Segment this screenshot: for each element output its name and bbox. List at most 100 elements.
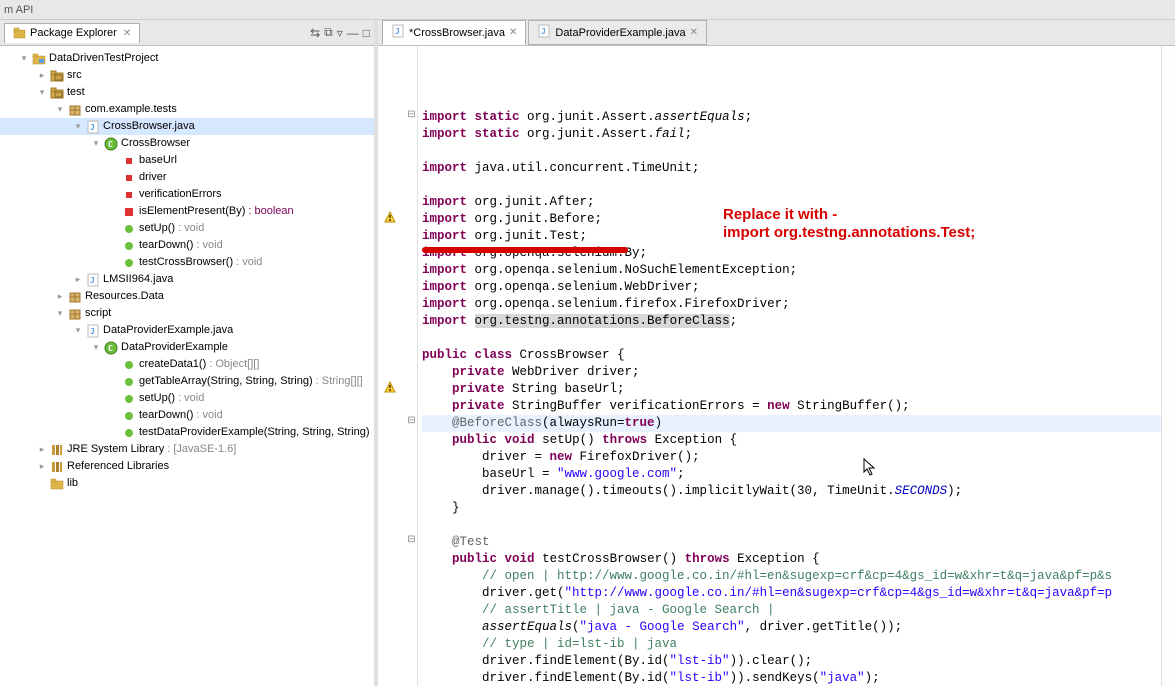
tree-twisty[interactable]: ▾: [19, 50, 29, 67]
tree-item[interactable]: ▸Referenced Libraries: [0, 458, 374, 475]
tree-item[interactable]: ▾test: [0, 84, 374, 101]
code-line[interactable]: import static org.junit.Assert.fail;: [422, 126, 1161, 143]
tree-item[interactable]: ▾script: [0, 305, 374, 322]
tree-item[interactable]: isElementPresent(By) : boolean: [0, 203, 374, 220]
class-icon: C: [104, 341, 118, 355]
folder-icon: [50, 477, 64, 491]
tree-item[interactable]: getTableArray(String, String, String) : …: [0, 373, 374, 390]
fold-toggle-icon[interactable]: ⊟: [406, 109, 417, 126]
annot-line2: import org.testng.annotations.Test;: [723, 224, 975, 241]
code-line[interactable]: import java.util.concurrent.TimeUnit;: [422, 160, 1161, 177]
fold-toggle-icon[interactable]: ⊟: [406, 415, 417, 432]
code-area[interactable]: import static org.junit.Assert.assertEqu…: [418, 46, 1161, 686]
editor-tab[interactable]: JDataProviderExample.java✕: [528, 20, 707, 45]
code-line[interactable]: import static org.junit.Assert.assertEqu…: [422, 109, 1161, 126]
tree-twisty[interactable]: ▾: [73, 118, 83, 135]
maximize-view-icon[interactable]: □: [363, 26, 370, 40]
code-line[interactable]: driver.get("http://www.google.co.in/#hl=…: [422, 585, 1161, 602]
tree-item[interactable]: ▾CCrossBrowser: [0, 135, 374, 152]
tree-twisty[interactable]: ▾: [91, 339, 101, 356]
tree-item[interactable]: ▸Resources.Data: [0, 288, 374, 305]
code-line[interactable]: driver.findElement(By.id("lst-ib")).send…: [422, 670, 1161, 686]
tree-item[interactable]: driver: [0, 169, 374, 186]
code-line[interactable]: driver.manage().timeouts().implicitlyWai…: [422, 483, 1161, 500]
code-line[interactable]: }: [422, 500, 1161, 517]
tree-item[interactable]: ▸JLMSII964.java: [0, 271, 374, 288]
mouse-cursor-icon: [863, 458, 877, 476]
annot-line1: Replace it with -: [723, 206, 837, 223]
tree-twisty[interactable]: ▾: [55, 101, 65, 118]
code-line[interactable]: import org.openqa.selenium.firefox.Firef…: [422, 296, 1161, 313]
tree-twisty[interactable]: ▸: [55, 288, 65, 305]
code-line[interactable]: [422, 177, 1161, 194]
tree-twisty[interactable]: ▸: [37, 441, 47, 458]
code-line[interactable]: import org.openqa.selenium.WebDriver;: [422, 279, 1161, 296]
code-line[interactable]: import org.openqa.selenium.NoSuchElement…: [422, 262, 1161, 279]
tree-item[interactable]: ▾CDataProviderExample: [0, 339, 374, 356]
code-line[interactable]: private String baseUrl;: [422, 381, 1161, 398]
tree-item-label: baseUrl: [139, 152, 177, 169]
warning-marker-icon: [378, 381, 405, 398]
code-line[interactable]: [422, 143, 1161, 160]
code-line[interactable]: private WebDriver driver;: [422, 364, 1161, 381]
tree-item[interactable]: setUp() : void: [0, 390, 374, 407]
package-explorer-tab[interactable]: Package Explorer ✕: [4, 23, 140, 43]
tree-twisty[interactable]: ▾: [73, 322, 83, 339]
tree-item[interactable]: testCrossBrowser() : void: [0, 254, 374, 271]
minimize-view-icon[interactable]: —: [347, 26, 359, 40]
tree-item[interactable]: ▾DataDrivenTestProject: [0, 50, 374, 67]
view-menu-icon[interactable]: ▿: [337, 26, 343, 40]
code-line[interactable]: // type | id=lst-ib | java: [422, 636, 1161, 653]
close-tab-icon[interactable]: ✕: [509, 27, 517, 38]
code-line[interactable]: driver = new FirefoxDriver();: [422, 449, 1161, 466]
tree-item-label: getTableArray(String, String, String): [139, 373, 313, 390]
tree-twisty[interactable]: ▸: [37, 458, 47, 475]
code-line[interactable]: // open | http://www.google.co.in/#hl=en…: [422, 568, 1161, 585]
tree-item[interactable]: tearDown() : void: [0, 237, 374, 254]
tree-item[interactable]: verificationErrors: [0, 186, 374, 203]
tree-item[interactable]: baseUrl: [0, 152, 374, 169]
library-icon: [50, 460, 64, 474]
code-line[interactable]: public void testCrossBrowser() throws Ex…: [422, 551, 1161, 568]
code-line[interactable]: public void setUp() throws Exception {: [422, 432, 1161, 449]
view-toolbar: ⇆ ⧉ ▿ — □: [310, 25, 370, 40]
package-explorer-close[interactable]: ✕: [123, 28, 131, 39]
code-line[interactable]: @BeforeClass(alwaysRun=true): [422, 415, 1161, 432]
code-line[interactable]: @Test: [422, 534, 1161, 551]
code-line[interactable]: import org.testng.annotations.BeforeClas…: [422, 313, 1161, 330]
fold-toggle-icon[interactable]: ⊟: [406, 534, 417, 551]
code-line[interactable]: // assertTitle | java - Google Search |: [422, 602, 1161, 619]
code-line[interactable]: public class CrossBrowser {: [422, 347, 1161, 364]
editor-tab[interactable]: J*CrossBrowser.java✕: [382, 20, 526, 45]
tree-item[interactable]: ▾com.example.tests: [0, 101, 374, 118]
editor-tab-label: *CrossBrowser.java: [409, 27, 505, 39]
tree-twisty[interactable]: ▸: [73, 271, 83, 288]
link-editor-icon[interactable]: ⧉: [324, 25, 333, 40]
tree-item-label: CrossBrowser.java: [103, 118, 195, 135]
close-tab-icon[interactable]: ✕: [690, 27, 698, 38]
tree-item[interactable]: ▾JDataProviderExample.java: [0, 322, 374, 339]
code-line[interactable]: driver.findElement(By.id("lst-ib")).clea…: [422, 653, 1161, 670]
package-explorer-tree[interactable]: ▾DataDrivenTestProject▸src▾test▾com.exam…: [0, 46, 374, 686]
tree-item[interactable]: lib: [0, 475, 374, 492]
code-line[interactable]: [422, 517, 1161, 534]
tree-item-type: : void: [236, 254, 262, 271]
package-icon: [68, 103, 82, 117]
tree-item[interactable]: testDataProviderExample(String, String, …: [0, 424, 374, 441]
tree-item[interactable]: createData1() : Object[][]: [0, 356, 374, 373]
tree-item[interactable]: setUp() : void: [0, 220, 374, 237]
collapse-all-icon[interactable]: ⇆: [310, 26, 320, 40]
code-line[interactable]: private StringBuffer verificationErrors …: [422, 398, 1161, 415]
tree-item[interactable]: tearDown() : void: [0, 407, 374, 424]
tree-twisty[interactable]: ▾: [37, 84, 47, 101]
code-line[interactable]: baseUrl = "www.google.com";: [422, 466, 1161, 483]
code-line[interactable]: assertEquals("java - Google Search", dri…: [422, 619, 1161, 636]
tree-item[interactable]: ▸JRE System Library : [JavaSE-1.6]: [0, 441, 374, 458]
tree-item[interactable]: ▸src: [0, 67, 374, 84]
code-line[interactable]: [422, 92, 1161, 109]
code-line[interactable]: [422, 330, 1161, 347]
tree-twisty[interactable]: ▸: [37, 67, 47, 84]
tree-item[interactable]: ▾JCrossBrowser.java: [0, 118, 374, 135]
tree-twisty[interactable]: ▾: [55, 305, 65, 322]
tree-twisty[interactable]: ▾: [91, 135, 101, 152]
